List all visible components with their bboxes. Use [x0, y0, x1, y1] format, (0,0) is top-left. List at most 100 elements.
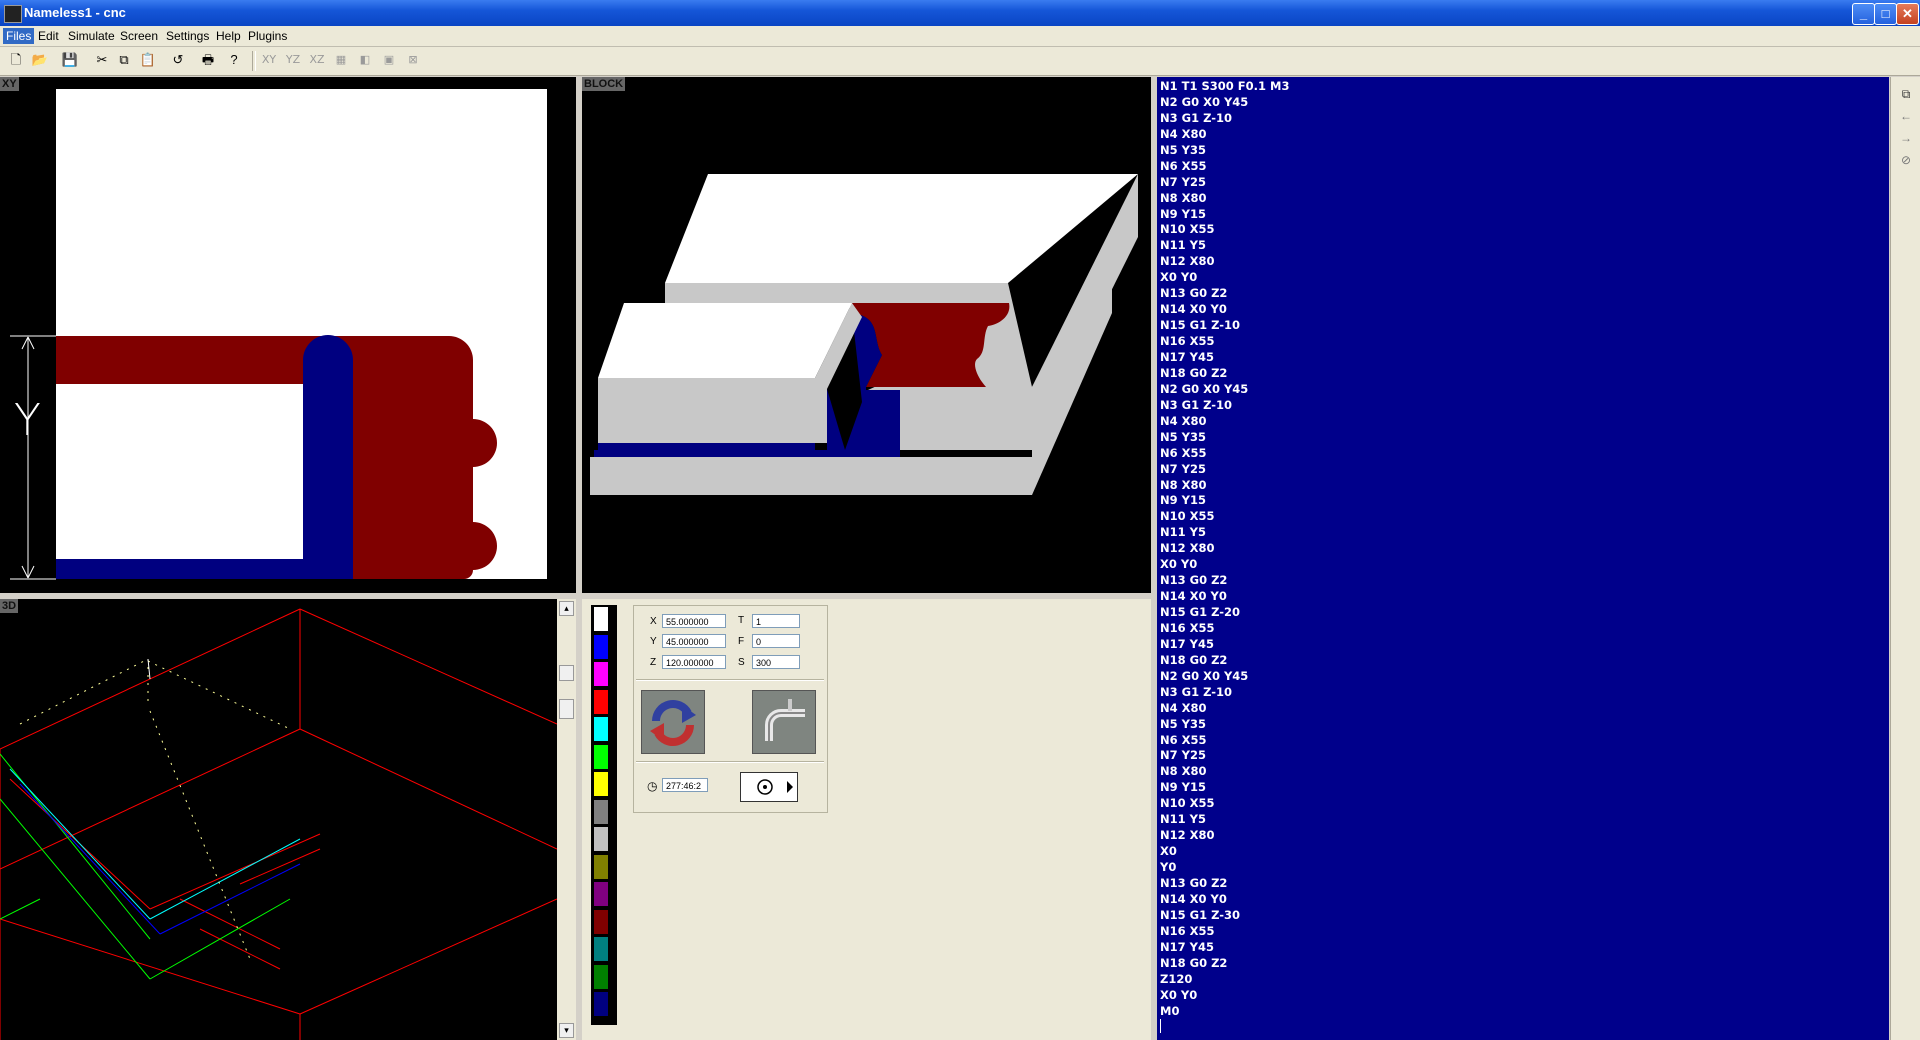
- close-button[interactable]: ✕: [1896, 3, 1919, 25]
- gcode-line[interactable]: N13 G0 Z2: [1160, 573, 1227, 587]
- palette-color-swatch[interactable]: [594, 799, 608, 824]
- gcode-editor[interactable]: N1 T1 S300 F0.1 M3 N2 G0 X0 Y45 N3 G1 Z-10…: [1157, 77, 1889, 1040]
- palette-color-swatch[interactable]: [594, 882, 608, 906]
- maximize-button[interactable]: □: [1874, 3, 1897, 25]
- gcode-line[interactable]: N18 G0 Z2: [1160, 956, 1227, 970]
- gcode-line[interactable]: N14 X0 Y0: [1160, 892, 1227, 906]
- gcode-line[interactable]: N16 X55: [1160, 621, 1215, 635]
- gcode-line[interactable]: N18 G0 Z2: [1160, 653, 1227, 667]
- scroll-thumb-2[interactable]: [559, 699, 574, 719]
- xy-view-panel[interactable]: Y XY: [0, 77, 576, 593]
- view-grid-icon[interactable]: ▦: [331, 50, 351, 70]
- gcode-line[interactable]: N17 Y45: [1160, 350, 1214, 364]
- gcode-line[interactable]: N17 Y45: [1160, 637, 1214, 651]
- help-icon[interactable]: ?: [224, 50, 244, 70]
- gcode-line[interactable]: Z120: [1160, 972, 1192, 986]
- gcode-line[interactable]: N2 G0 X0 Y45: [1160, 95, 1248, 109]
- undo-icon[interactable]: ↺: [168, 50, 188, 70]
- gcode-line[interactable]: N14 X0 Y0: [1160, 302, 1227, 316]
- gcode-line[interactable]: N1 T1 S300 F0.1 M3: [1160, 79, 1289, 93]
- gcode-line[interactable]: N13 G0 Z2: [1160, 876, 1227, 890]
- gcode-line[interactable]: N8 X80: [1160, 191, 1207, 205]
- gcode-line[interactable]: N15 G1 Z-20: [1160, 605, 1240, 619]
- minimize-button[interactable]: _: [1852, 3, 1875, 25]
- palette-color-swatch[interactable]: [594, 607, 608, 631]
- gcode-line[interactable]: N9 Y15: [1160, 207, 1206, 221]
- gcode-line[interactable]: N4 X80: [1160, 414, 1207, 428]
- gcode-line[interactable]: X0 Y0: [1160, 270, 1197, 284]
- paste-icon[interactable]: 📋: [138, 50, 158, 70]
- gcode-line[interactable]: N8 X80: [1160, 478, 1207, 492]
- gcode-line[interactable]: N7 Y25: [1160, 462, 1206, 476]
- palette-color-swatch[interactable]: [594, 662, 608, 686]
- gcode-line[interactable]: N11 Y5: [1160, 238, 1206, 252]
- window-cascade-icon[interactable]: ⧉: [1897, 85, 1915, 103]
- gcode-line[interactable]: N2 G0 X0 Y45: [1160, 669, 1248, 683]
- view-yz-button[interactable]: YZ: [283, 50, 303, 70]
- gcode-line[interactable]: N11 Y5: [1160, 812, 1206, 826]
- gcode-line[interactable]: N12 X80: [1160, 541, 1215, 555]
- scroll-down-button[interactable]: ▾: [559, 1023, 574, 1038]
- gcode-line[interactable]: N13 G0 Z2: [1160, 286, 1227, 300]
- simulate-button[interactable]: [641, 690, 705, 754]
- menu-settings[interactable]: Settings: [166, 29, 209, 43]
- new-file-icon[interactable]: 🗋: [6, 50, 26, 70]
- scroll-thumb[interactable]: [559, 665, 574, 681]
- gcode-line[interactable]: N11 Y5: [1160, 525, 1206, 539]
- menu-plugins[interactable]: Plugins: [248, 29, 287, 43]
- palette-color-swatch[interactable]: [594, 634, 608, 659]
- gcode-line[interactable]: N10 X55: [1160, 796, 1215, 810]
- scroll-up-button[interactable]: ▴: [559, 601, 574, 616]
- view-fit-icon[interactable]: ⊠: [403, 50, 423, 70]
- gcode-line[interactable]: N7 Y25: [1160, 175, 1206, 189]
- view-box-icon[interactable]: ▣: [379, 50, 399, 70]
- speed-field[interactable]: 300: [752, 655, 800, 669]
- gcode-line[interactable]: X0 Y0: [1160, 557, 1197, 571]
- gcode-line[interactable]: N8 X80: [1160, 764, 1207, 778]
- gcode-line[interactable]: N10 X55: [1160, 222, 1215, 236]
- cut-icon[interactable]: ✂: [92, 50, 112, 70]
- gcode-line[interactable]: N3 G1 Z-10: [1160, 685, 1232, 699]
- gcode-line[interactable]: N6 X55: [1160, 446, 1207, 460]
- palette-color-swatch[interactable]: [594, 827, 608, 851]
- save-icon[interactable]: 💾: [60, 50, 80, 70]
- gcode-line[interactable]: N6 X55: [1160, 159, 1207, 173]
- palette-color-swatch[interactable]: [594, 717, 608, 741]
- gcode-line[interactable]: N17 Y45: [1160, 940, 1214, 954]
- palette-color-swatch[interactable]: [594, 689, 608, 714]
- x-position-field[interactable]: 55.000000: [662, 614, 726, 628]
- palette-color-swatch[interactable]: [594, 744, 608, 769]
- gcode-line[interactable]: N18 G0 Z2: [1160, 366, 1227, 380]
- z-position-field[interactable]: 120.000000: [662, 655, 726, 669]
- gcode-line[interactable]: N2 G0 X0 Y45: [1160, 382, 1248, 396]
- gcode-line[interactable]: N3 G1 Z-10: [1160, 111, 1232, 125]
- menu-files[interactable]: Files: [3, 28, 35, 44]
- gcode-line[interactable]: N12 X80: [1160, 254, 1215, 268]
- palette-color-swatch[interactable]: [594, 964, 608, 989]
- view-xz-button[interactable]: XZ: [307, 50, 327, 70]
- open-folder-icon[interactable]: 📂: [30, 50, 50, 70]
- palette-color-swatch[interactable]: [594, 937, 608, 961]
- gcode-line[interactable]: N5 Y35: [1160, 717, 1206, 731]
- gcode-line[interactable]: N9 Y15: [1160, 493, 1206, 507]
- menu-simulate[interactable]: Simulate: [68, 29, 115, 43]
- gcode-line[interactable]: N4 X80: [1160, 127, 1207, 141]
- gcode-line[interactable]: X0 Y0: [1160, 988, 1197, 1002]
- 3d-view-scrollbar[interactable]: ▴ ▾: [557, 599, 576, 1040]
- block-view-panel[interactable]: BLOCK: [582, 77, 1151, 593]
- view-solid-icon[interactable]: ◧: [355, 50, 375, 70]
- y-position-field[interactable]: 45.000000: [662, 634, 726, 648]
- gcode-line[interactable]: N9 Y15: [1160, 780, 1206, 794]
- feed-field[interactable]: 0: [752, 634, 800, 648]
- print-icon[interactable]: 🖶: [198, 50, 218, 70]
- palette-color-swatch[interactable]: [594, 854, 608, 879]
- back-arrow-icon[interactable]: ←: [1897, 107, 1915, 125]
- palette-color-swatch[interactable]: [594, 992, 608, 1016]
- gcode-line[interactable]: N15 G1 Z-10: [1160, 318, 1240, 332]
- forward-arrow-icon[interactable]: →: [1897, 129, 1915, 147]
- gcode-line[interactable]: N14 X0 Y0: [1160, 589, 1227, 603]
- view-xy-button[interactable]: XY: [259, 50, 279, 70]
- menu-screen[interactable]: Screen: [120, 29, 158, 43]
- menu-help[interactable]: Help: [216, 29, 241, 43]
- menu-edit[interactable]: Edit: [38, 29, 59, 43]
